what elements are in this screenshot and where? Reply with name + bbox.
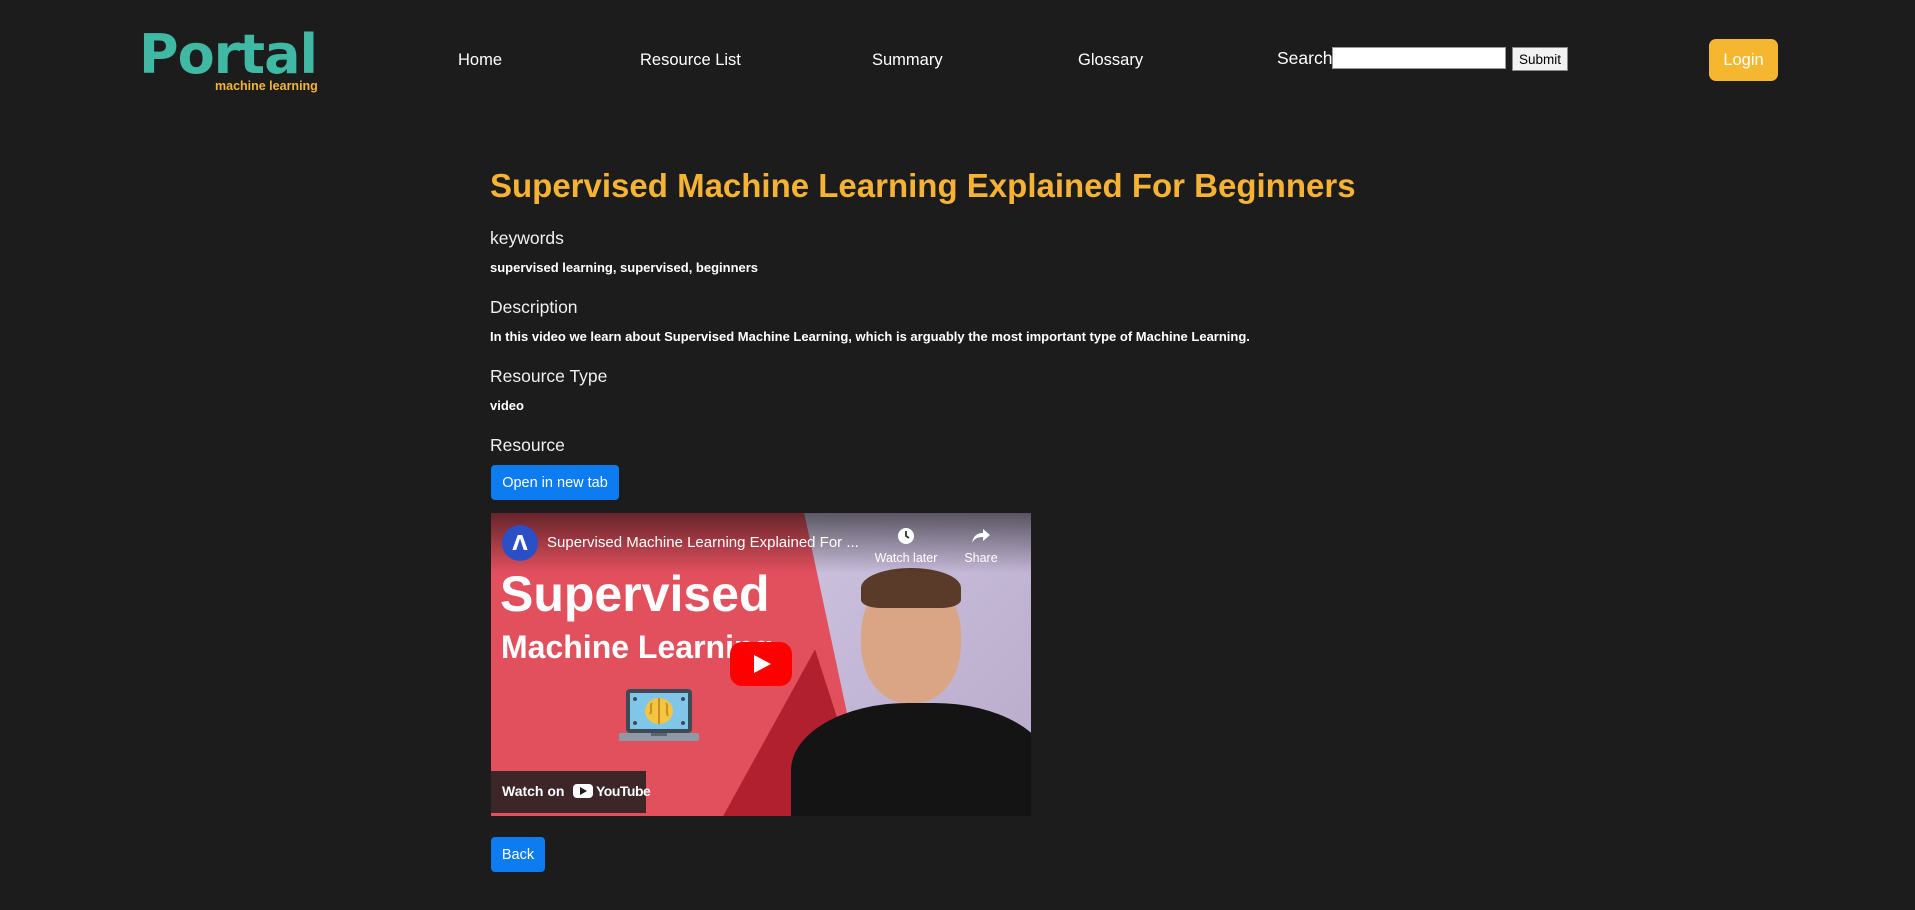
resource-title: Supervised Machine Learning Explained Fo…: [490, 167, 1356, 204]
video-embed[interactable]: Supervised Machine Learning Λ Supervised…: [491, 513, 1031, 816]
page: Portal machine learning Home Resource Li…: [0, 0, 1915, 910]
watch-later-label: Watch later: [874, 551, 938, 565]
play-button-icon[interactable]: [730, 642, 792, 686]
share-button[interactable]: Share: [946, 527, 1016, 565]
description-value: In this video we learn about Supervised …: [490, 329, 1250, 344]
resource-type-label: Resource Type: [490, 366, 608, 386]
share-label: Share: [964, 551, 998, 565]
watch-later-button[interactable]: Watch later: [871, 527, 941, 565]
channel-avatar-icon[interactable]: Λ: [502, 525, 538, 561]
search-input[interactable]: [1332, 47, 1506, 69]
logo-wordmark: Portal: [139, 23, 318, 86]
portal-logo[interactable]: Portal machine learning: [139, 24, 319, 94]
watch-on-youtube-button[interactable]: Watch on YouTube: [491, 771, 651, 813]
watch-on-label: Watch on: [502, 783, 565, 799]
clock-icon: [871, 527, 941, 547]
search-submit-button[interactable]: Submit: [1512, 47, 1568, 71]
thumbnail-heading: Supervised: [500, 566, 770, 622]
search-label: Search: [1277, 48, 1333, 68]
youtube-logo-icon: [573, 784, 593, 798]
keywords-value: supervised learning, supervised, beginne…: [490, 260, 759, 275]
presenter-hair: [861, 568, 961, 608]
nav-resource-list-link[interactable]: Resource List: [640, 51, 741, 70]
back-button[interactable]: Back: [491, 837, 545, 872]
nav-glossary-link[interactable]: Glossary: [1078, 51, 1143, 70]
nav-home-link[interactable]: Home: [458, 51, 502, 70]
share-arrow-icon: [946, 527, 1016, 547]
login-button[interactable]: Login: [1709, 39, 1778, 81]
resource-label: Resource: [490, 435, 565, 455]
brain-laptop-icon: [619, 689, 699, 741]
keywords-label: keywords: [490, 228, 564, 248]
open-in-new-tab-button[interactable]: Open in new tab: [491, 465, 619, 500]
logo-tagline: machine learning: [215, 79, 318, 93]
resource-type-value: video: [490, 398, 524, 413]
nav-summary-link[interactable]: Summary: [872, 51, 943, 70]
youtube-label: YouTube: [596, 783, 651, 799]
video-title-link[interactable]: Supervised Machine Learning Explained Fo…: [547, 534, 859, 551]
description-label: Description: [490, 297, 578, 317]
